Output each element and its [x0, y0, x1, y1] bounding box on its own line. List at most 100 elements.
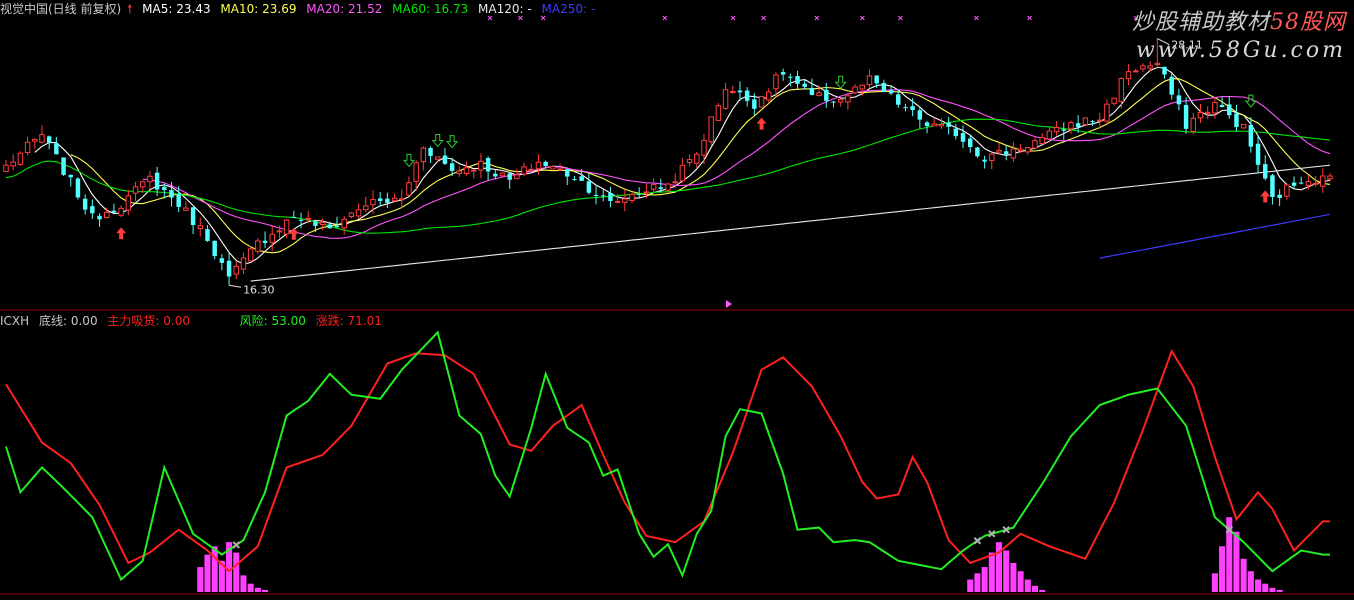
- candle-body: [1169, 76, 1174, 95]
- candle-body: [737, 90, 743, 93]
- candle-body: [39, 134, 45, 143]
- ma20-label: MA20: 21.52: [306, 2, 383, 16]
- low-price-label: 16.30: [243, 283, 275, 296]
- candle-body: [1227, 104, 1232, 116]
- candle-body: [679, 164, 686, 182]
- candle-body: [139, 181, 146, 188]
- candle: [61, 157, 66, 176]
- candle: [17, 151, 24, 166]
- candle-body: [1025, 147, 1031, 153]
- candle: [75, 177, 81, 200]
- candle-body: [565, 169, 570, 177]
- candle-body: [363, 205, 369, 211]
- candle-body: [420, 147, 427, 163]
- candle: [715, 103, 722, 121]
- candle-body: [1320, 175, 1326, 187]
- candle-body: [917, 110, 923, 120]
- candle-body: [1003, 151, 1009, 155]
- candle-body: [348, 212, 355, 217]
- candle-body: [1082, 117, 1089, 126]
- candle-body: [255, 240, 261, 252]
- candle-body: [435, 156, 441, 160]
- candle-body: [190, 207, 196, 226]
- ma5-label: MA5: 23.43: [142, 2, 211, 16]
- main-force-bar: [197, 567, 204, 592]
- candle-body: [1183, 105, 1189, 129]
- candle-body: [773, 74, 779, 90]
- candle-body: [1298, 182, 1304, 184]
- candle: [247, 246, 254, 262]
- candle-body: [931, 123, 937, 127]
- candle-body: [212, 240, 217, 257]
- candle-body: [672, 181, 678, 184]
- candle-body: [1212, 101, 1218, 114]
- stock-title: 视觉中国(日线 前复权): [0, 2, 122, 16]
- candle-body: [744, 90, 750, 101]
- candle: [975, 146, 980, 158]
- candle-body: [1190, 117, 1197, 132]
- main-legend: 视觉中国(日线 前复权) 🠕 MA5: 23.43 MA10: 23.69 MA2…: [0, 0, 601, 18]
- main-force-bar: [988, 552, 995, 592]
- main-force-bar: [254, 587, 261, 592]
- main-force-bar: [1003, 550, 1010, 592]
- candle: [550, 165, 556, 170]
- candle-body: [313, 221, 318, 226]
- candle-body: [975, 147, 980, 157]
- candle-body: [802, 83, 807, 87]
- candle-body: [10, 161, 16, 167]
- candle-body: [816, 92, 822, 97]
- candle-body: [622, 198, 628, 203]
- candle-body: [456, 170, 463, 174]
- candle-body: [1097, 119, 1103, 122]
- main-force-bar: [1039, 589, 1046, 592]
- candle-body: [269, 233, 275, 243]
- candle-body: [643, 191, 650, 194]
- candle-body: [1061, 129, 1066, 131]
- candle-body: [183, 207, 189, 211]
- main-force-bar: [204, 554, 211, 592]
- candle: [1240, 123, 1247, 129]
- candle-body: [1277, 194, 1282, 199]
- candle-body: [1140, 65, 1146, 70]
- indicator-legend: ICXH 底线: 0.00 主力吸货: 0.00 风险: 53.00 涨跌: 7…: [0, 312, 388, 330]
- candle-body: [341, 218, 347, 229]
- candle-body: [960, 133, 966, 142]
- candle-body: [169, 190, 174, 198]
- main-force-bar: [1247, 571, 1254, 592]
- candle-body: [938, 123, 945, 127]
- candle-body: [758, 96, 765, 108]
- candle-body: [910, 106, 915, 110]
- candle-body: [82, 198, 88, 210]
- candle-body: [601, 195, 606, 197]
- candle-body: [54, 143, 59, 155]
- main-force-bar: [1269, 587, 1276, 592]
- candle: [708, 116, 714, 146]
- candle-body: [967, 138, 973, 147]
- candle-body: [1046, 130, 1053, 140]
- candle-body: [1010, 148, 1017, 159]
- candle-body: [499, 172, 506, 177]
- main-force-bar: [1240, 558, 1247, 592]
- candle-body: [1118, 78, 1125, 102]
- main-force-bar: [1219, 546, 1226, 592]
- stock-chart: 28.1116.30: [0, 0, 1354, 600]
- ma120-label: MA120: -: [478, 2, 532, 16]
- candle-body: [766, 91, 772, 101]
- candle: [758, 96, 765, 108]
- main-force-bar: [211, 546, 218, 592]
- candle-body: [924, 122, 930, 127]
- candle-body: [470, 169, 477, 172]
- candle-body: [946, 122, 951, 127]
- baseline-label: 底线: 0.00: [39, 314, 98, 328]
- candle-body: [1234, 113, 1239, 128]
- candle-body: [219, 258, 225, 263]
- candle-body: [298, 219, 304, 221]
- candle-body: [982, 159, 987, 162]
- candle-body: [104, 211, 110, 219]
- candle-body: [1154, 62, 1161, 66]
- candle-body: [399, 198, 405, 201]
- candle-body: [507, 173, 512, 180]
- candle-body: [579, 176, 584, 181]
- main-force-bar: [974, 573, 981, 592]
- candle-body: [197, 225, 204, 230]
